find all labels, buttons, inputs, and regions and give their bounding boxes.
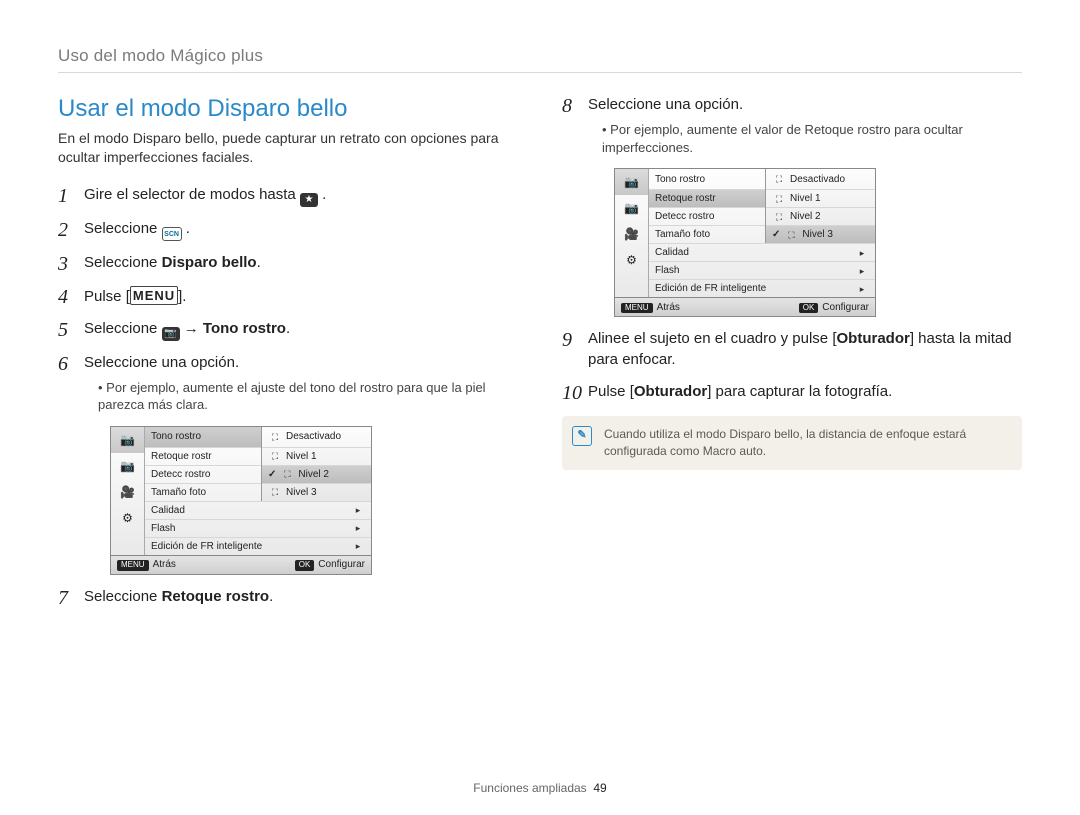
step-9: Alinee el sujeto en el cuadro y pulse [O… <box>562 329 1022 370</box>
scn-icon: SCN <box>162 227 182 241</box>
screen-menu: Tono rostro▸ Retoque rostr▸ Detecc rostr… <box>145 427 371 555</box>
info-note: ✎ Cuando utiliza el modo Disparo bello, … <box>562 416 1022 470</box>
tab-settings-icon: ⚙ <box>615 247 648 273</box>
step-6-note: Por ejemplo, aumente el ajuste del tono … <box>98 379 518 414</box>
steps-left: Gire el selector de modos hasta ★ . Sele… <box>58 185 518 607</box>
mode-dial-icon: ★ <box>300 193 318 207</box>
tab-video-icon: 🎥 <box>615 221 648 247</box>
step-4: Pulse [MENU]. <box>58 286 518 307</box>
step-6: Seleccione una opción. Por ejemplo, aume… <box>58 353 518 575</box>
step-8: Seleccione una opción. Por ejemplo, aume… <box>562 95 1022 317</box>
step-2: Seleccione SCN . <box>58 219 518 242</box>
tab-video-icon: 🎥 <box>111 479 144 505</box>
menu-key-icon: MENU <box>117 560 149 571</box>
step-10: Pulse [Obturador] para capturar la fotog… <box>562 382 1022 402</box>
popup-retouch: ⛶Desactivado ⛶Nivel 1 ⛶Nivel 2 ⛶Nivel 3 <box>765 169 875 243</box>
camera-screen-retouch: 📷 📷 🎥 ⚙ Tono rostro▸ Retoque rostr▸ Dete… <box>614 168 876 317</box>
note-icon: ✎ <box>572 426 592 446</box>
tab-shoot2-icon: 📷 <box>615 195 648 221</box>
intro-text: En el modo Disparo bello, puede capturar… <box>58 129 518 167</box>
page-footer: Funciones ampliadas 49 <box>0 781 1080 795</box>
step-8-note: Por ejemplo, aumente el valor de Retoque… <box>602 121 1022 156</box>
tab-shoot-icon: 📷 <box>111 427 144 453</box>
ok-key-icon: OK <box>799 303 819 314</box>
step-5: Seleccione 📷 → Tono rostro. <box>58 319 518 341</box>
right-column: Seleccione una opción. Por ejemplo, aume… <box>562 95 1022 619</box>
tab-shoot2-icon: 📷 <box>111 453 144 479</box>
ok-key-icon: OK <box>295 560 315 571</box>
popup-tone: ⛶Desactivado ⛶Nivel 1 ⛶Nivel 2 ⛶Nivel 3 <box>261 427 371 501</box>
tab-shoot-icon: 📷 <box>615 169 648 195</box>
step-7: Seleccione Retoque rostro. <box>58 587 518 607</box>
screen-left-tabs: 📷 📷 🎥 ⚙ <box>111 427 145 555</box>
page-title: Usar el modo Disparo bello <box>58 95 518 123</box>
camera-screen-tone: 📷 📷 🎥 ⚙ Tono rostro▸ Retoque rostr▸ Dete… <box>110 426 372 575</box>
breadcrumb: Uso del modo Mágico plus <box>58 46 1022 73</box>
step-3: Seleccione Disparo bello. <box>58 253 518 273</box>
steps-right: Seleccione una opción. Por ejemplo, aume… <box>562 95 1022 402</box>
menu-key: MENU <box>130 286 178 306</box>
tab-settings-icon: ⚙ <box>111 505 144 531</box>
camera-icon: 📷 <box>162 327 180 341</box>
left-column: Usar el modo Disparo bello En el modo Di… <box>58 95 518 619</box>
step-1: Gire el selector de modos hasta ★ . <box>58 185 518 207</box>
menu-key-icon: MENU <box>621 303 653 314</box>
